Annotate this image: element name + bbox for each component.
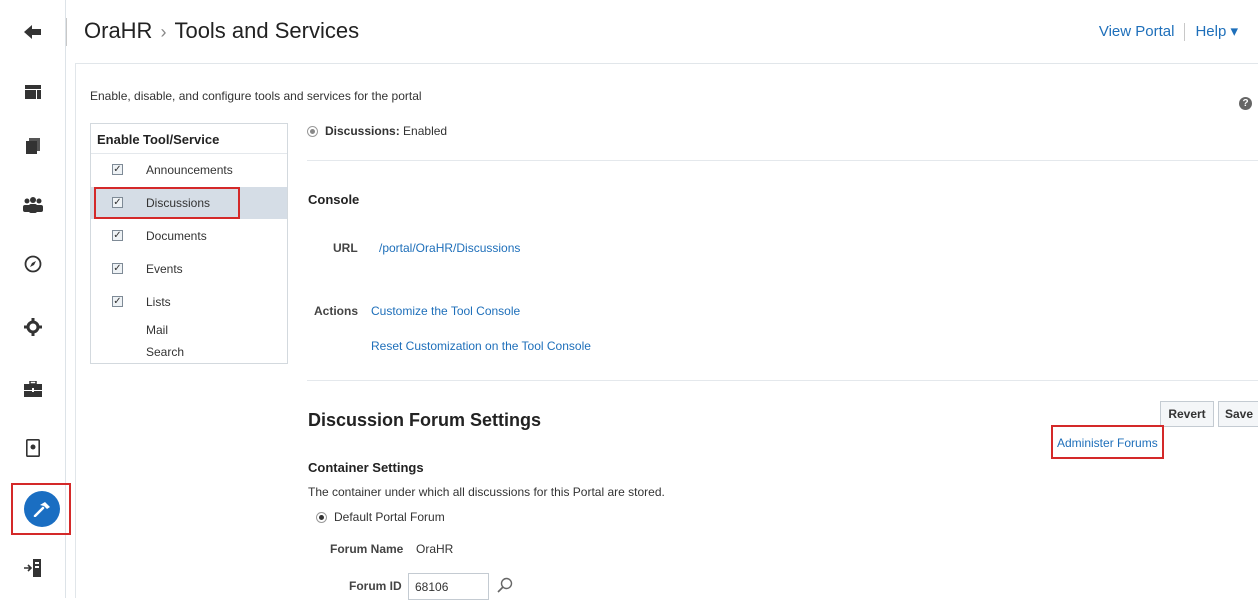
tool-status: Discussions: Enabled — [307, 124, 447, 138]
enable-checkbox[interactable]: ✓ — [112, 296, 123, 307]
tool-label: Events — [146, 262, 183, 276]
compass-icon[interactable] — [0, 244, 66, 284]
container-settings-title: Container Settings — [308, 460, 424, 475]
tool-row-documents[interactable]: ✓ Documents — [91, 220, 287, 252]
tool-label: Announcements — [146, 163, 233, 177]
device-icon[interactable] — [0, 428, 66, 468]
tools-table-header: Enable Tool/Service — [91, 124, 287, 154]
actions-label: Actions — [314, 304, 359, 318]
header-divider — [66, 18, 67, 46]
main-content: Enable, disable, and configure tools and… — [75, 63, 1258, 600]
forum-settings-title: Discussion Forum Settings — [308, 410, 542, 430]
customize-console-link[interactable]: Customize the Tool Console — [371, 304, 520, 318]
status-value: Enabled — [403, 124, 448, 138]
members-icon[interactable] — [0, 185, 66, 225]
forum-id-input[interactable] — [408, 573, 489, 600]
tool-row-announcements[interactable]: ✓ Announcements — [91, 154, 287, 186]
page-title: Tools and Services — [174, 18, 360, 43]
header-links: View Portal Help ▾ — [1099, 22, 1238, 42]
tool-label: Lists — [146, 295, 171, 309]
divider — [307, 160, 1258, 161]
column-header-tool: Tool/Service — [143, 132, 220, 147]
back-arrow-icon[interactable] — [0, 12, 66, 52]
status-label: Discussions: — [325, 124, 400, 138]
tool-label: Search — [146, 345, 185, 359]
tool-label: Mail — [146, 323, 169, 337]
reset-customization-link[interactable]: Reset Customization on the Tool Console — [371, 339, 591, 353]
header: OraHR › Tools and Services View Portal Help… — [66, 0, 1258, 62]
save-button[interactable]: Save — [1218, 401, 1258, 427]
active-nav-highlight[interactable] — [11, 483, 71, 535]
assets-icon[interactable] — [0, 369, 66, 409]
gear-icon[interactable] — [0, 307, 66, 347]
header-links-divider — [1184, 23, 1186, 42]
exit-icon[interactable] — [0, 548, 66, 588]
divider — [307, 380, 1258, 381]
search-icon[interactable] — [497, 577, 513, 598]
enable-checkbox[interactable]: ✓ — [112, 164, 123, 175]
status-radio-icon — [307, 126, 318, 138]
help-menu[interactable]: Help ▾ — [1195, 23, 1238, 40]
tool-row-search[interactable]: Search — [91, 341, 287, 363]
administer-forums-highlight — [1051, 425, 1164, 459]
layout-icon[interactable] — [0, 72, 66, 112]
intro-text: Enable, disable, and configure tools and… — [90, 89, 422, 103]
default-portal-forum-radio[interactable] — [316, 512, 327, 524]
console-title: Console — [308, 192, 360, 207]
tool-row-lists[interactable]: ✓ Lists — [91, 286, 287, 318]
enable-checkbox[interactable]: ✓ — [112, 230, 123, 241]
tool-row-mail[interactable]: Mail — [91, 319, 287, 341]
console-url-link[interactable]: /portal/OraHR/Discussions — [379, 241, 520, 255]
forum-name-label: Forum Name — [330, 542, 404, 556]
forum-id-label: Forum ID — [349, 579, 402, 593]
tool-label: Documents — [146, 229, 207, 243]
breadcrumb-app[interactable]: OraHR — [84, 18, 152, 43]
container-settings-description: The container under which all discussion… — [308, 485, 665, 499]
url-label: URL — [333, 241, 358, 255]
breadcrumb-separator: › — [160, 22, 167, 42]
selected-row-highlight — [94, 187, 240, 219]
tools-table: Enable Tool/Service ✓ Announcements ✓ Discu… — [90, 123, 288, 364]
revert-button[interactable]: Revert — [1160, 401, 1214, 427]
default-portal-forum-label: Default Portal Forum — [334, 510, 445, 524]
view-portal-link[interactable]: View Portal — [1099, 23, 1175, 40]
pages-icon[interactable] — [0, 126, 66, 166]
hammer-icon[interactable] — [24, 491, 60, 527]
column-header-enable: Enable — [97, 132, 140, 147]
breadcrumb: OraHR › Tools and Services — [84, 18, 359, 44]
tool-row-events[interactable]: ✓ Events — [91, 253, 287, 285]
default-portal-forum-option[interactable]: Default Portal Forum — [316, 510, 445, 524]
help-question-icon[interactable]: ? — [1239, 97, 1252, 110]
forum-name-value: OraHR — [416, 542, 454, 556]
left-rail — [0, 0, 71, 598]
enable-checkbox[interactable]: ✓ — [112, 263, 123, 274]
